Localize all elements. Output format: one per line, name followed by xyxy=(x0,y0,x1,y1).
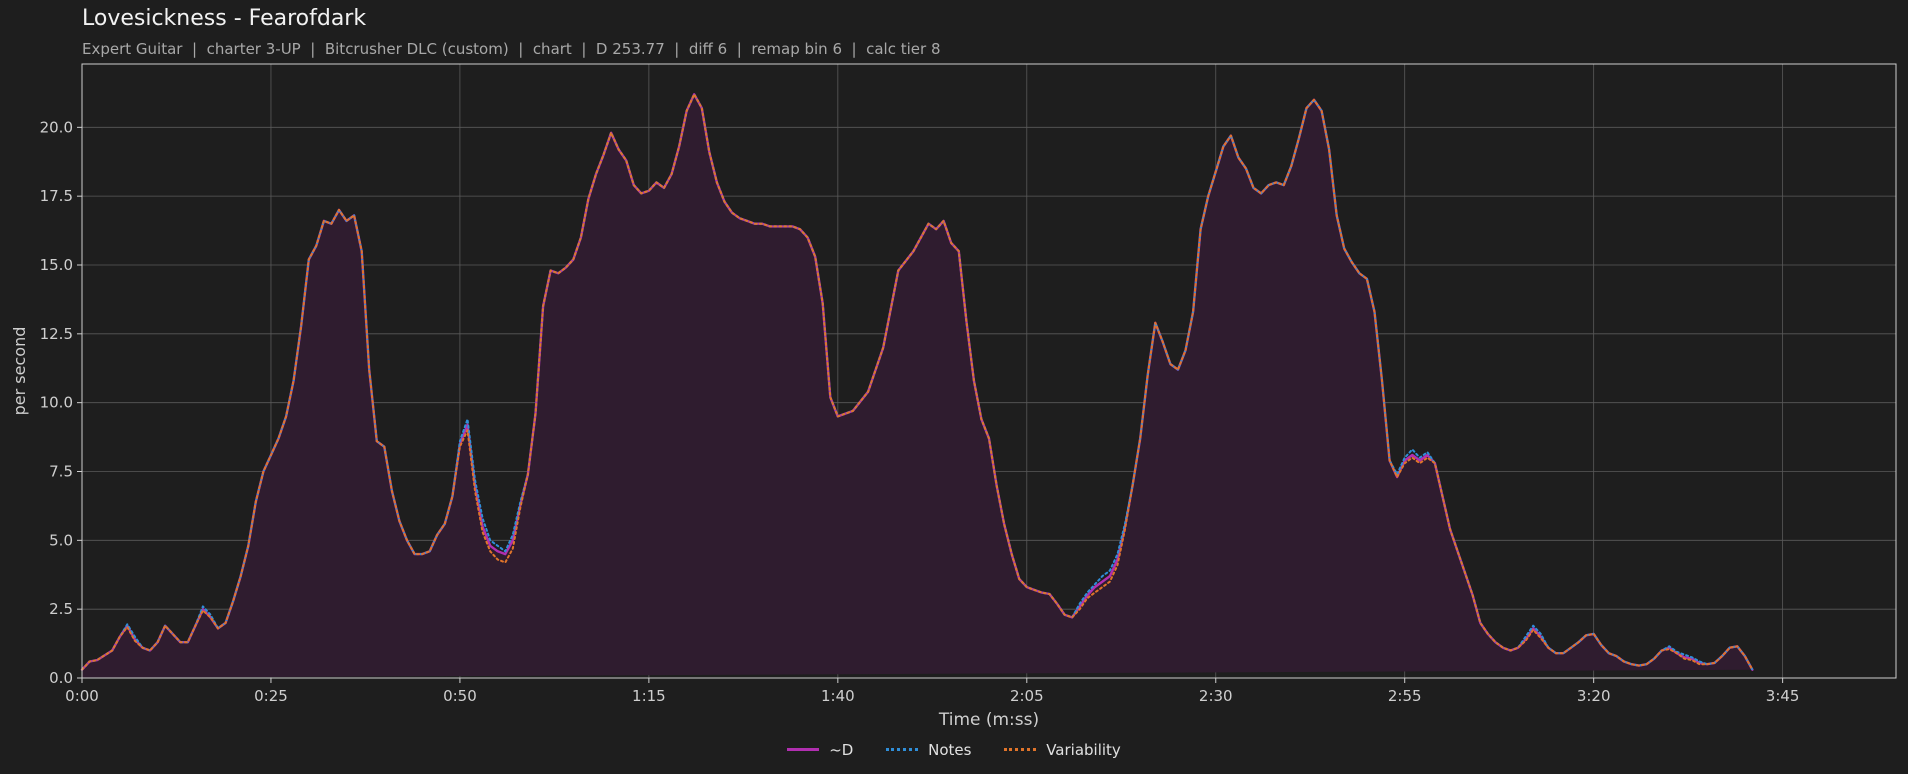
y-tick-label: 17.5 xyxy=(40,187,73,205)
x-tick-label: 2:30 xyxy=(1199,687,1233,705)
y-axis-label: per second xyxy=(10,327,29,416)
x-tick-label: 0:50 xyxy=(443,687,477,705)
area-fill-d xyxy=(82,94,1753,679)
legend-label-notes: Notes xyxy=(928,740,972,759)
legend: ~D Notes Variability xyxy=(0,737,1908,759)
x-tick-label: 0:25 xyxy=(254,687,288,705)
legend-swatch-variability xyxy=(1004,748,1037,751)
x-tick-label: 0:00 xyxy=(65,687,99,705)
legend-swatch-notes xyxy=(886,748,919,751)
y-tick-label: 0.0 xyxy=(49,669,73,687)
legend-label-variability: Variability xyxy=(1046,740,1121,759)
y-tick-label: 12.5 xyxy=(40,325,73,343)
legend-item-d: ~D xyxy=(787,741,853,759)
legend-item-notes: Notes xyxy=(886,741,971,759)
x-tick-label: 3:20 xyxy=(1577,687,1611,705)
y-tick-label: 10.0 xyxy=(40,394,73,412)
x-axis-label: Time (m:ss) xyxy=(938,710,1039,730)
x-tick-label: 2:55 xyxy=(1388,687,1422,705)
legend-item-variability: Variability xyxy=(1004,741,1121,759)
y-tick-label: 7.5 xyxy=(49,462,73,480)
legend-label-d: ~D xyxy=(829,740,854,759)
x-tick-label: 1:40 xyxy=(821,687,855,705)
y-tick-label: 20.0 xyxy=(40,118,73,136)
x-tick-label: 1:15 xyxy=(632,687,666,705)
y-tick-label: 2.5 xyxy=(49,600,73,618)
y-tick-label: 15.0 xyxy=(40,256,73,274)
x-tick-label: 3:45 xyxy=(1766,687,1800,705)
chart-plot: 0:00 0:25 0:50 1:15 1:40 2:05 2:30 2:55 3:20 3:45… xyxy=(10,63,1897,730)
legend-swatch-d xyxy=(787,748,820,751)
y-tick-label: 5.0 xyxy=(49,531,73,549)
x-tick-label: 2:05 xyxy=(1010,687,1044,705)
